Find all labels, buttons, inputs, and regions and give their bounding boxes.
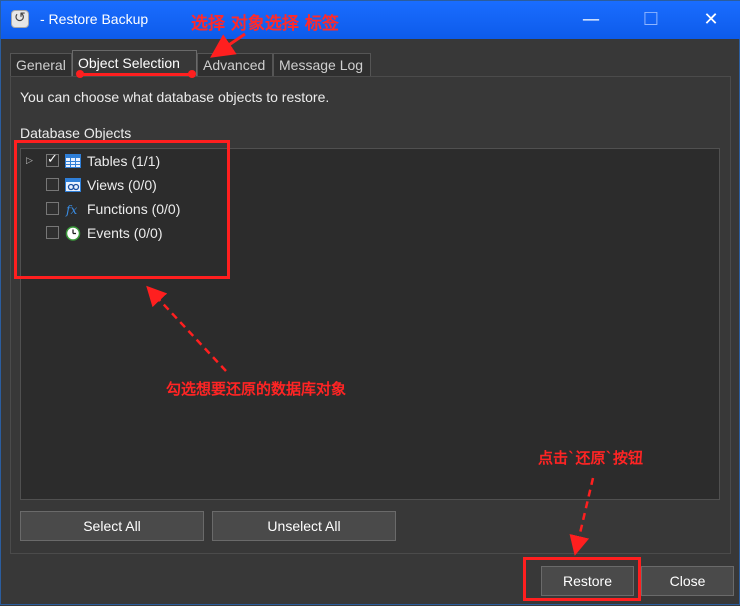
restore-backup-window: - Restore Backup 选择 对象选择 标签 — ☐ ✕ Genera…: [0, 0, 740, 605]
tree-item-label: Views (0/0): [87, 177, 157, 193]
underline-left-dot: [76, 70, 84, 78]
expand-chevron-icon[interactable]: ▷: [26, 154, 36, 168]
title-annotation: 选择 对象选择 标签: [191, 14, 339, 34]
tab-highlight-underline: [79, 73, 192, 76]
tab-message-log[interactable]: Message Log: [273, 53, 371, 77]
events-checkbox[interactable]: [46, 226, 59, 239]
unselect-all-button[interactable]: Unselect All: [212, 511, 396, 541]
restore-button[interactable]: Restore: [541, 566, 634, 596]
tab-advanced[interactable]: Advanced: [197, 53, 273, 77]
minimize-button[interactable]: —: [568, 1, 614, 39]
title-bar[interactable]: - Restore Backup 选择 对象选择 标签 — ☐ ✕: [1, 1, 740, 39]
tree-item-functions[interactable]: fx Functions (0/0): [26, 199, 326, 221]
tree-item-label: Events (0/0): [87, 225, 163, 241]
info-text: You can choose what database objects to …: [20, 89, 330, 105]
tree-item-tables[interactable]: ▷ Tables (1/1): [26, 151, 326, 173]
tree-item-label: Tables (1/1): [87, 153, 161, 169]
tree-annotation-text: 勾选想要还原的数据库对象: [166, 380, 347, 398]
table-icon: [65, 154, 81, 168]
tables-checkbox[interactable]: [46, 152, 59, 167]
svg-text:fx: fx: [65, 203, 77, 217]
restore-app-icon: [11, 10, 29, 28]
tree-item-views[interactable]: Views (0/0): [26, 175, 326, 197]
functions-checkbox[interactable]: [46, 202, 59, 215]
restore-annotation-text: 点击`还原`按钮: [538, 449, 644, 467]
view-icon: [65, 178, 81, 192]
tab-general[interactable]: General: [10, 53, 72, 77]
database-objects-label: Database Objects: [20, 125, 132, 141]
close-window-button[interactable]: ✕: [688, 1, 734, 39]
function-icon: fx: [65, 203, 77, 217]
tree-item-events[interactable]: Events (0/0): [26, 223, 326, 245]
tree-item-label: Functions (0/0): [87, 201, 181, 217]
maximize-button[interactable]: ☐: [628, 1, 674, 39]
views-checkbox[interactable]: [46, 178, 59, 191]
select-all-button[interactable]: Select All: [20, 511, 204, 541]
event-icon: [65, 226, 81, 241]
window-title: - Restore Backup: [40, 11, 149, 27]
underline-right-dot: [188, 70, 196, 78]
close-button[interactable]: Close: [641, 566, 734, 596]
